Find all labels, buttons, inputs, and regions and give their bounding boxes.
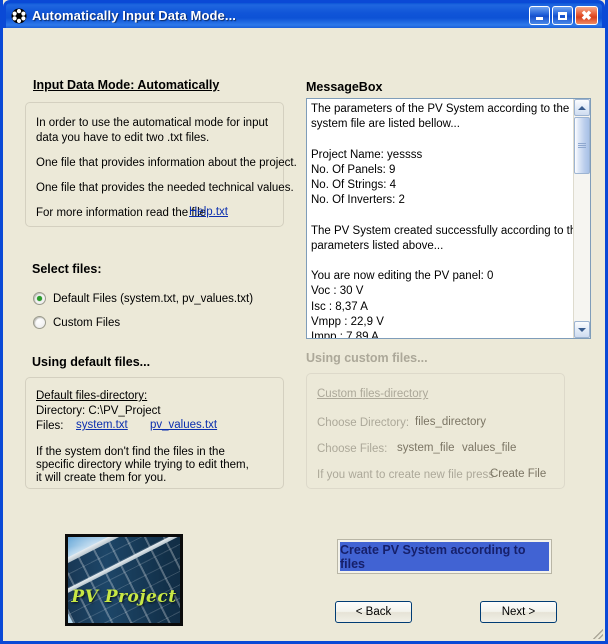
chevron-up-icon: [578, 105, 586, 110]
using-default-files-heading: Using default files...: [32, 355, 151, 369]
window-title: Automatically Input Data Mode...: [32, 8, 236, 23]
files-directory-link[interactable]: files_directory: [415, 416, 486, 428]
messagebox-textarea[interactable]: The parameters of the PV System accordin…: [306, 98, 591, 339]
system-file-link[interactable]: system_file: [397, 442, 455, 454]
back-button[interactable]: < Back: [335, 601, 412, 623]
scroll-up-button[interactable]: [574, 99, 590, 116]
scrollbar-thumb[interactable]: [574, 117, 590, 174]
info-line-4: One file that provides the needed techni…: [36, 182, 294, 194]
custom-files-directory-heading: Custom files-directory: [317, 388, 429, 400]
directory-path-line: Directory: C:\PV_Project: [36, 405, 161, 417]
note-line-3: it will create them for you.: [36, 472, 167, 484]
default-files-groupbox: Default files-directory: Directory: C:\P…: [25, 377, 284, 489]
radio-default-files[interactable]: Default Files (system.txt, pv_values.txt…: [33, 292, 253, 305]
minimize-icon: [536, 17, 543, 20]
radio-default-files-label: Default Files (system.txt, pv_values.txt…: [53, 292, 254, 305]
radio-custom-files[interactable]: Custom Files: [33, 316, 120, 329]
maximize-button[interactable]: [552, 6, 573, 25]
choose-directory-label: Choose Directory:: [317, 417, 410, 429]
choose-files-label: Choose Files:: [317, 443, 388, 455]
title-bar[interactable]: Automatically Input Data Mode... ✖: [3, 0, 605, 28]
close-icon: ✖: [581, 8, 592, 23]
custom-files-groupbox: Custom files-directory Choose Directory:…: [306, 373, 565, 489]
radio-custom-files-mark[interactable]: [33, 316, 46, 329]
resize-grip[interactable]: [591, 627, 603, 639]
input-data-mode-heading: Input Data Mode: Automatically: [33, 78, 220, 92]
chevron-down-icon: [578, 327, 586, 332]
pv-project-image: PV Project: [65, 534, 183, 626]
next-button[interactable]: Next >: [480, 601, 557, 623]
values-file-link[interactable]: values_file: [462, 442, 516, 454]
client-area: Input Data Mode: Automatically In order …: [3, 28, 605, 641]
info-line-3: One file that provides information about…: [36, 157, 297, 169]
system-txt-link[interactable]: system.txt: [76, 419, 128, 431]
app-icon: [11, 8, 27, 23]
maximize-icon: [558, 11, 567, 20]
radio-default-files-mark[interactable]: [33, 292, 46, 305]
messagebox-content: The parameters of the PV System accordin…: [311, 103, 583, 339]
messagebox-scrollbar[interactable]: [573, 99, 590, 338]
radio-selected-dot: [37, 296, 42, 301]
info-line-5: For more information read the file: [36, 207, 207, 219]
info-groupbox: In order to use the automatical mode for…: [25, 102, 297, 227]
pv-project-caption: PV Project: [71, 587, 177, 607]
create-file-prompt: If you want to create new file press: [317, 469, 495, 481]
create-pv-system-button[interactable]: Create PV System according to files: [337, 539, 552, 574]
application-window: Automatically Input Data Mode... ✖ Input…: [0, 0, 608, 644]
messagebox-heading: MessageBox: [306, 80, 383, 94]
default-files-directory-heading: Default files-directory:: [36, 390, 148, 402]
pv-values-txt-link[interactable]: pv_values.txt: [150, 419, 217, 431]
files-label: Files:: [36, 420, 64, 432]
using-custom-files-heading: Using custom files...: [306, 351, 428, 365]
minimize-button[interactable]: [529, 6, 550, 25]
create-file-link[interactable]: Create File: [490, 468, 546, 480]
info-line-1: In order to use the automatical mode for…: [36, 117, 269, 129]
radio-custom-files-label: Custom Files: [53, 316, 121, 329]
info-line-2: data you have to edit two .txt files.: [36, 132, 210, 144]
scroll-down-button[interactable]: [574, 321, 590, 338]
select-files-heading: Select files:: [32, 262, 102, 276]
help-txt-link[interactable]: Help.txt: [189, 206, 228, 218]
grip-icon: [578, 142, 586, 149]
close-button[interactable]: ✖: [575, 6, 598, 25]
